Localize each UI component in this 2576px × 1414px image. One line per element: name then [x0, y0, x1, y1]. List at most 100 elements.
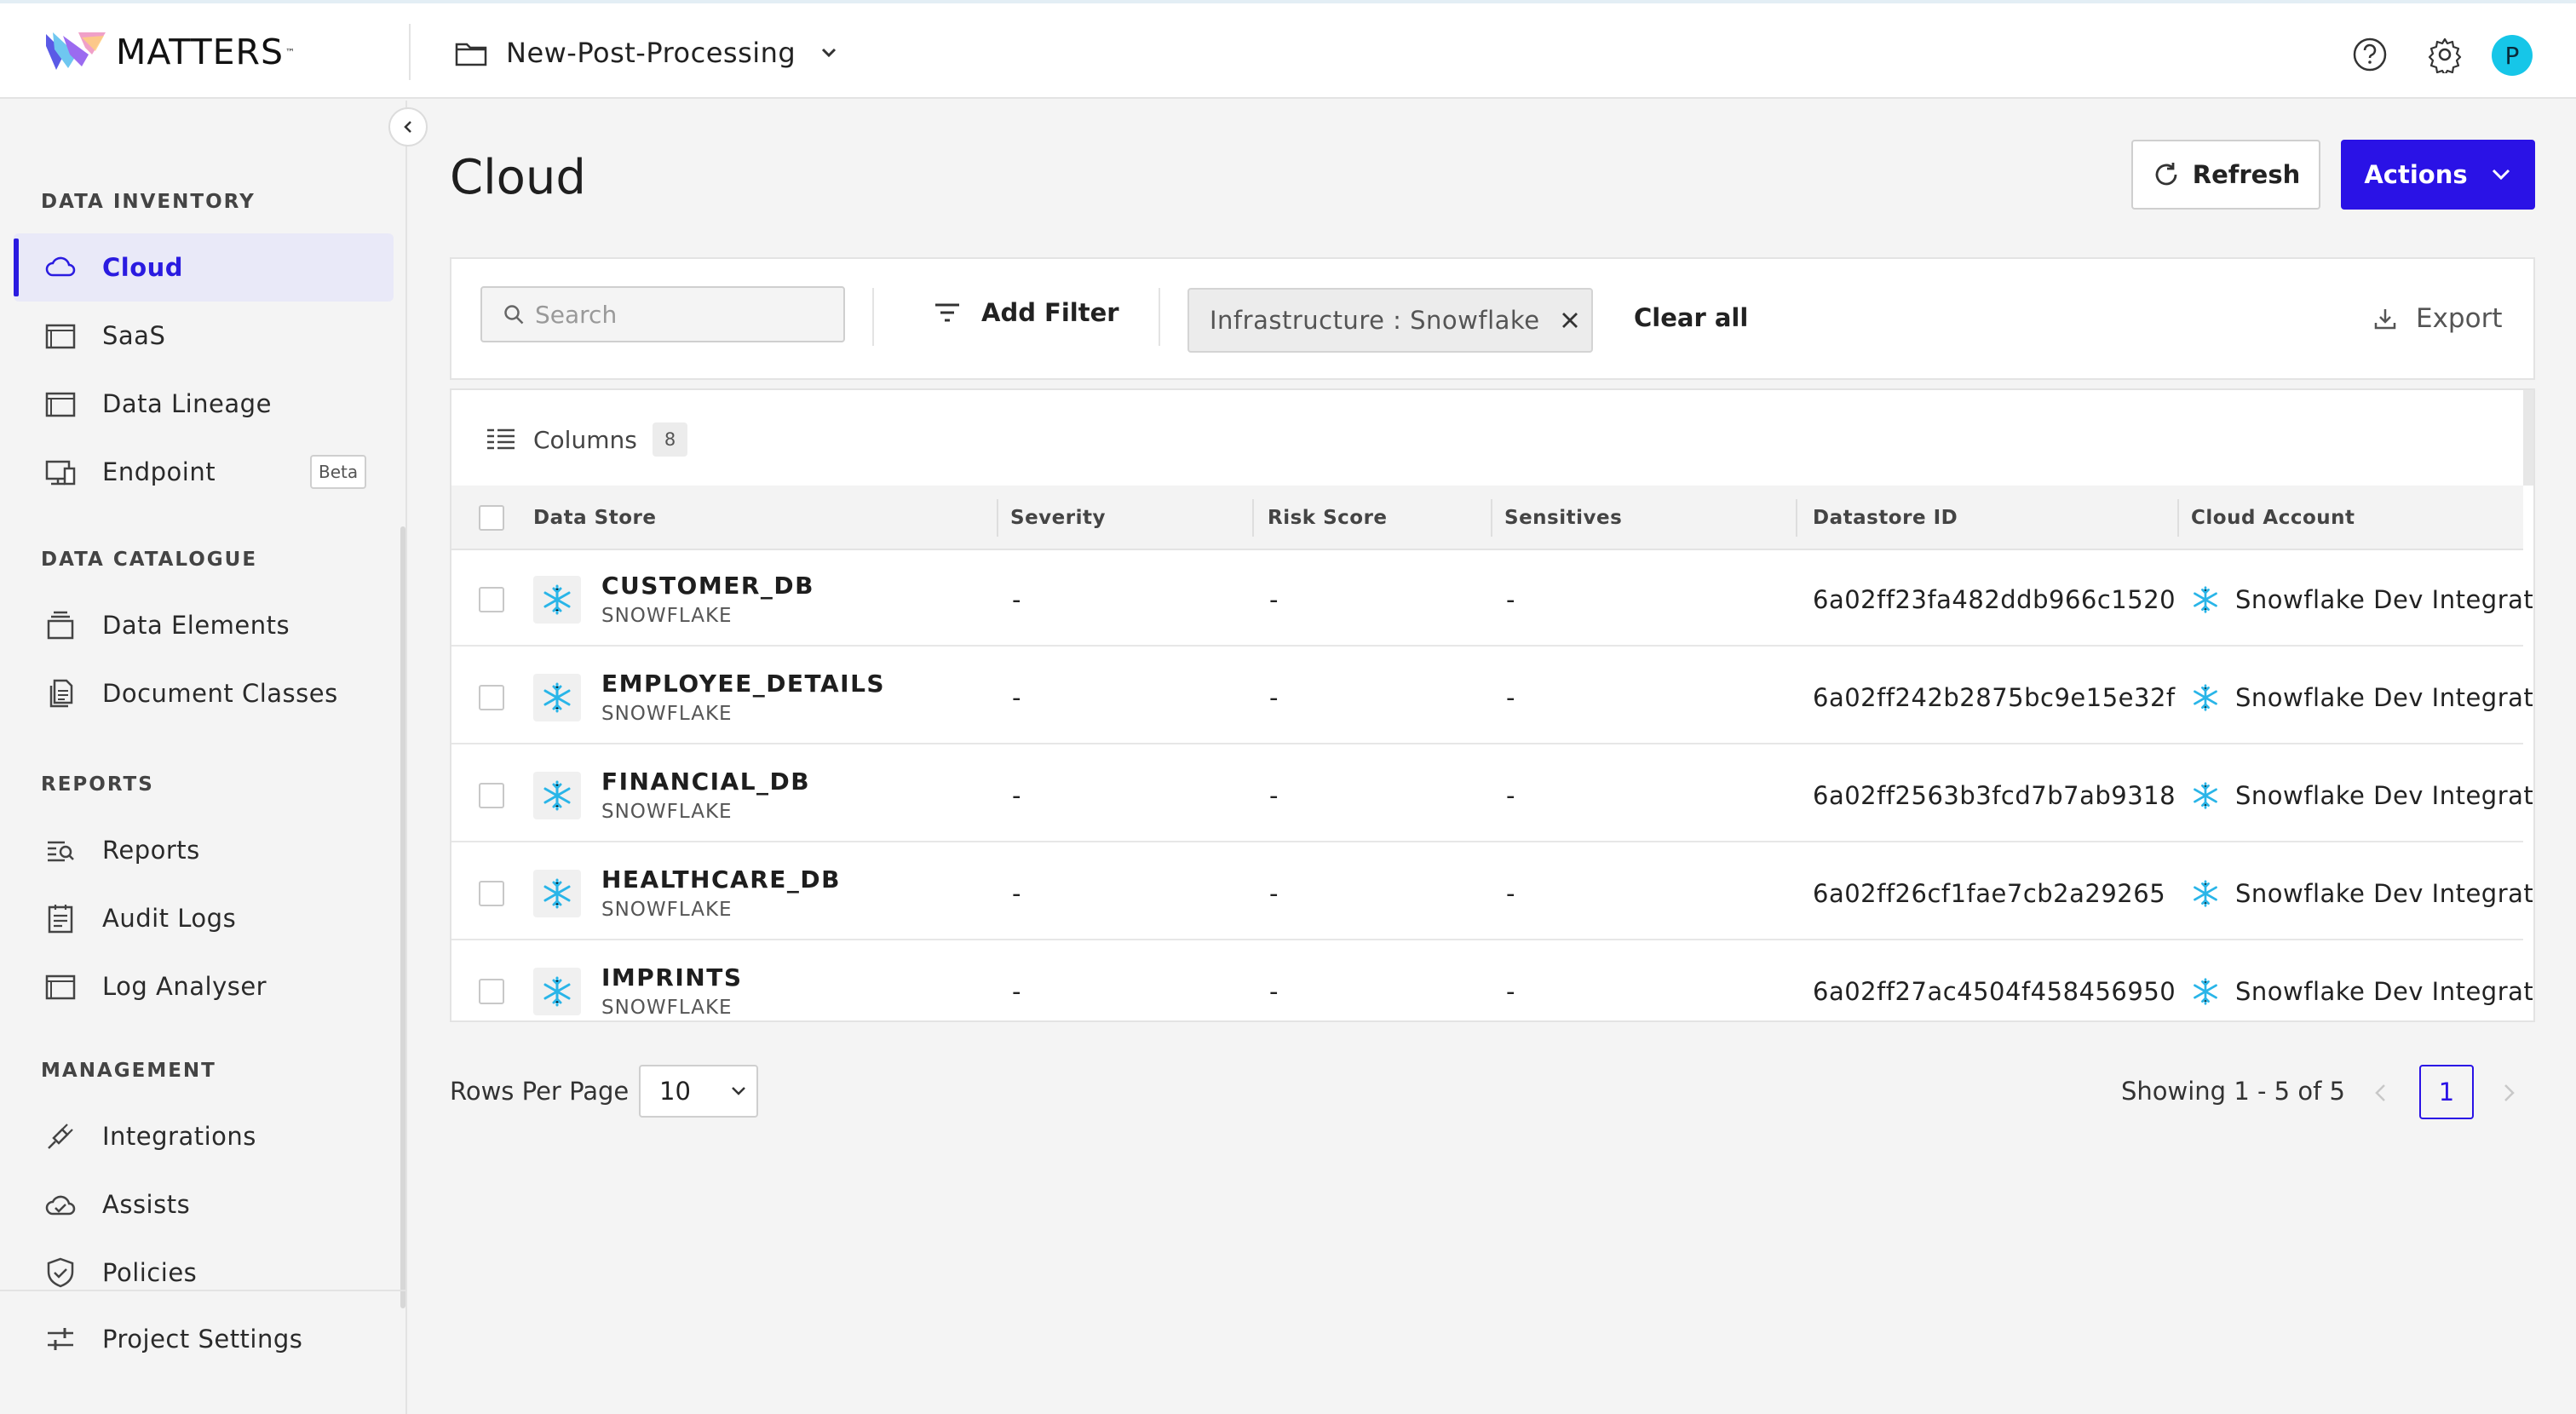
- chevron-down-icon: [822, 48, 837, 58]
- search-input[interactable]: [535, 300, 842, 329]
- column-header-severity[interactable]: Severity: [1010, 486, 1106, 550]
- sidebar-item-assists[interactable]: Assists: [14, 1170, 394, 1239]
- data-store-cell[interactable]: IMPRINTS SNOWFLAKE: [533, 944, 742, 1020]
- project-switcher[interactable]: New-Post-Processing: [455, 34, 838, 72]
- sidebar-item-policies[interactable]: Policies: [14, 1239, 394, 1307]
- column-separator: [1796, 499, 1797, 537]
- sidebar-item-saas[interactable]: SaaS: [14, 302, 394, 370]
- sidebar-item-data-lineage[interactable]: Data Lineage: [14, 370, 394, 438]
- chevron-left-icon[interactable]: [2372, 1082, 2390, 1104]
- row-checkbox[interactable]: [479, 782, 504, 808]
- window-icon: [45, 974, 76, 1000]
- add-filter-label: Add Filter: [981, 298, 1119, 327]
- table-header-row: Data Store Severity Risk Score Sensitive…: [451, 486, 2523, 550]
- help-icon[interactable]: [2351, 36, 2389, 73]
- data-store-name[interactable]: CUSTOMER_DB: [601, 572, 814, 600]
- actions-button[interactable]: Actions: [2341, 140, 2535, 210]
- sidebar-item-project-settings[interactable]: Project Settings: [14, 1305, 394, 1373]
- sidebar-item-label: SaaS: [102, 321, 166, 350]
- sidebar-item-audit-logs[interactable]: Audit Logs: [14, 884, 394, 952]
- sidebar-scrollbar[interactable]: [400, 526, 405, 1308]
- data-store-name[interactable]: HEALTHCARE_DB: [601, 865, 841, 894]
- row-checkbox[interactable]: [479, 684, 504, 710]
- report-search-icon: [48, 841, 74, 862]
- settings-gear-icon[interactable]: [2426, 36, 2464, 73]
- select-all-checkbox[interactable]: [479, 505, 504, 531]
- table-scrollbar[interactable]: [2523, 390, 2533, 486]
- cloud-account-cell[interactable]: Snowflake Dev Integration: [2191, 846, 2534, 940]
- rows-per-page-select[interactable]: 10: [639, 1065, 758, 1118]
- cloud-account-cell[interactable]: Snowflake Dev Integration: [2191, 650, 2533, 744]
- close-icon[interactable]: [1561, 311, 1579, 330]
- filter-chip[interactable]: Infrastructure : Snowflake: [1187, 288, 1593, 353]
- row-checkbox-cell[interactable]: [479, 650, 504, 744]
- row-checkbox-cell[interactable]: [479, 748, 504, 842]
- snowflake-icon: [543, 976, 571, 1006]
- sidebar-item-endpoint[interactable]: Endpoint Beta: [14, 438, 394, 506]
- sidebar-item-reports[interactable]: Reports: [14, 816, 394, 884]
- clear-all-button[interactable]: Clear all: [1634, 303, 1748, 332]
- row-checkbox-cell[interactable]: [479, 846, 504, 940]
- sidebar-item-label: Policies: [102, 1258, 198, 1287]
- filter-divider: [1159, 288, 1160, 346]
- risk-score-cell: -: [1269, 780, 1279, 810]
- data-store-name[interactable]: IMPRINTS: [601, 963, 742, 992]
- filter-bar: Add Filter Infrastructure : Snowflake Cl…: [450, 257, 2535, 380]
- snowflake-icon: [2194, 879, 2217, 907]
- window-icon: [45, 324, 76, 349]
- table-row[interactable]: HEALTHCARE_DB SNOWFLAKE - - - 6a02ff26cf1fae7…: [451, 846, 2533, 940]
- cloud-account-cell[interactable]: Snowflake Dev Integration: [2191, 944, 2533, 1020]
- cloud-account-cell[interactable]: Snowflake Dev Integration: [2191, 552, 2533, 647]
- table-row[interactable]: CUSTOMER_DB SNOWFLAKE - - - 6a02ff23fa482ddb9…: [451, 552, 2533, 647]
- cloud-account-cell[interactable]: Snowflake Dev Integration: [2191, 748, 2533, 842]
- brand-name: MATTERS: [116, 32, 285, 72]
- sidebar-item-cloud[interactable]: Cloud: [14, 233, 394, 302]
- table-row[interactable]: EMPLOYEE_DETAILS SNOWFLAKE - - - 6a02ff242b28…: [451, 650, 2533, 744]
- data-store-name[interactable]: EMPLOYEE_DETAILS: [601, 670, 885, 698]
- page-number-button[interactable]: 1: [2419, 1065, 2474, 1119]
- snowflake-logo: [533, 869, 581, 917]
- row-checkbox[interactable]: [479, 586, 504, 612]
- column-header-risk-score[interactable]: Risk Score: [1268, 486, 1388, 550]
- sidebar-item-document-classes[interactable]: Document Classes: [14, 659, 394, 727]
- columns-toggle[interactable]: Columns 8: [486, 422, 688, 457]
- risk-score-cell: -: [1269, 682, 1279, 712]
- brand-logo[interactable]: MATTERS ™: [44, 29, 295, 75]
- add-filter-button[interactable]: Add Filter: [934, 298, 1119, 327]
- user-avatar[interactable]: P: [2492, 35, 2533, 76]
- row-checkbox[interactable]: [479, 978, 504, 1004]
- row-checkbox-cell[interactable]: [479, 944, 504, 1020]
- refresh-button[interactable]: Refresh: [2131, 140, 2320, 210]
- sensitives-cell: -: [1506, 976, 1515, 1006]
- data-store-cell[interactable]: EMPLOYEE_DETAILS SNOWFLAKE: [533, 650, 885, 744]
- sidebar-collapse-button[interactable]: [388, 107, 428, 147]
- row-checkbox-cell[interactable]: [479, 552, 504, 647]
- data-store-name[interactable]: FINANCIAL_DB: [601, 767, 810, 796]
- chevron-right-icon[interactable]: [2499, 1082, 2518, 1104]
- select-all-checkbox-cell[interactable]: [479, 486, 504, 550]
- cloud-check-icon: [45, 1195, 76, 1216]
- column-header-sensitives[interactable]: Sensitives: [1504, 486, 1622, 550]
- sidebar-item-log-analyser[interactable]: Log Analyser: [14, 952, 394, 1020]
- data-store-cell[interactable]: FINANCIAL_DB SNOWFLAKE: [533, 748, 810, 842]
- sidebar-item-label: Assists: [102, 1190, 191, 1219]
- snowflake-icon: [543, 584, 571, 614]
- cloud-account-name: Snowflake Dev Integration: [2235, 878, 2534, 908]
- column-header-cloud-account[interactable]: Cloud Account: [2191, 486, 2355, 550]
- sidebar-item-data-elements[interactable]: Data Elements: [14, 591, 394, 659]
- column-separator: [2177, 499, 2179, 537]
- clipboard-icon: [48, 905, 73, 934]
- table-row[interactable]: IMPRINTS SNOWFLAKE - - - 6a02ff27ac4504f45845…: [451, 944, 2533, 1020]
- snowflake-icon: [543, 682, 571, 712]
- data-store-cell[interactable]: HEALTHCARE_DB SNOWFLAKE: [533, 846, 841, 940]
- column-header-datastore-id[interactable]: Datastore ID: [1813, 486, 1958, 550]
- search-box[interactable]: [480, 286, 845, 342]
- row-checkbox[interactable]: [479, 880, 504, 906]
- column-header-data-store[interactable]: Data Store: [533, 486, 656, 550]
- export-button[interactable]: Export: [2373, 303, 2502, 334]
- table-row[interactable]: FINANCIAL_DB SNOWFLAKE - - - 6a02ff2563b3fcd7…: [451, 748, 2533, 842]
- sidebar-item-integrations[interactable]: Integrations: [14, 1102, 394, 1170]
- columns-label: Columns: [533, 425, 637, 454]
- data-store-cell[interactable]: CUSTOMER_DB SNOWFLAKE: [533, 552, 814, 647]
- section-title-data-inventory: DATA INVENTORY: [41, 191, 256, 213]
